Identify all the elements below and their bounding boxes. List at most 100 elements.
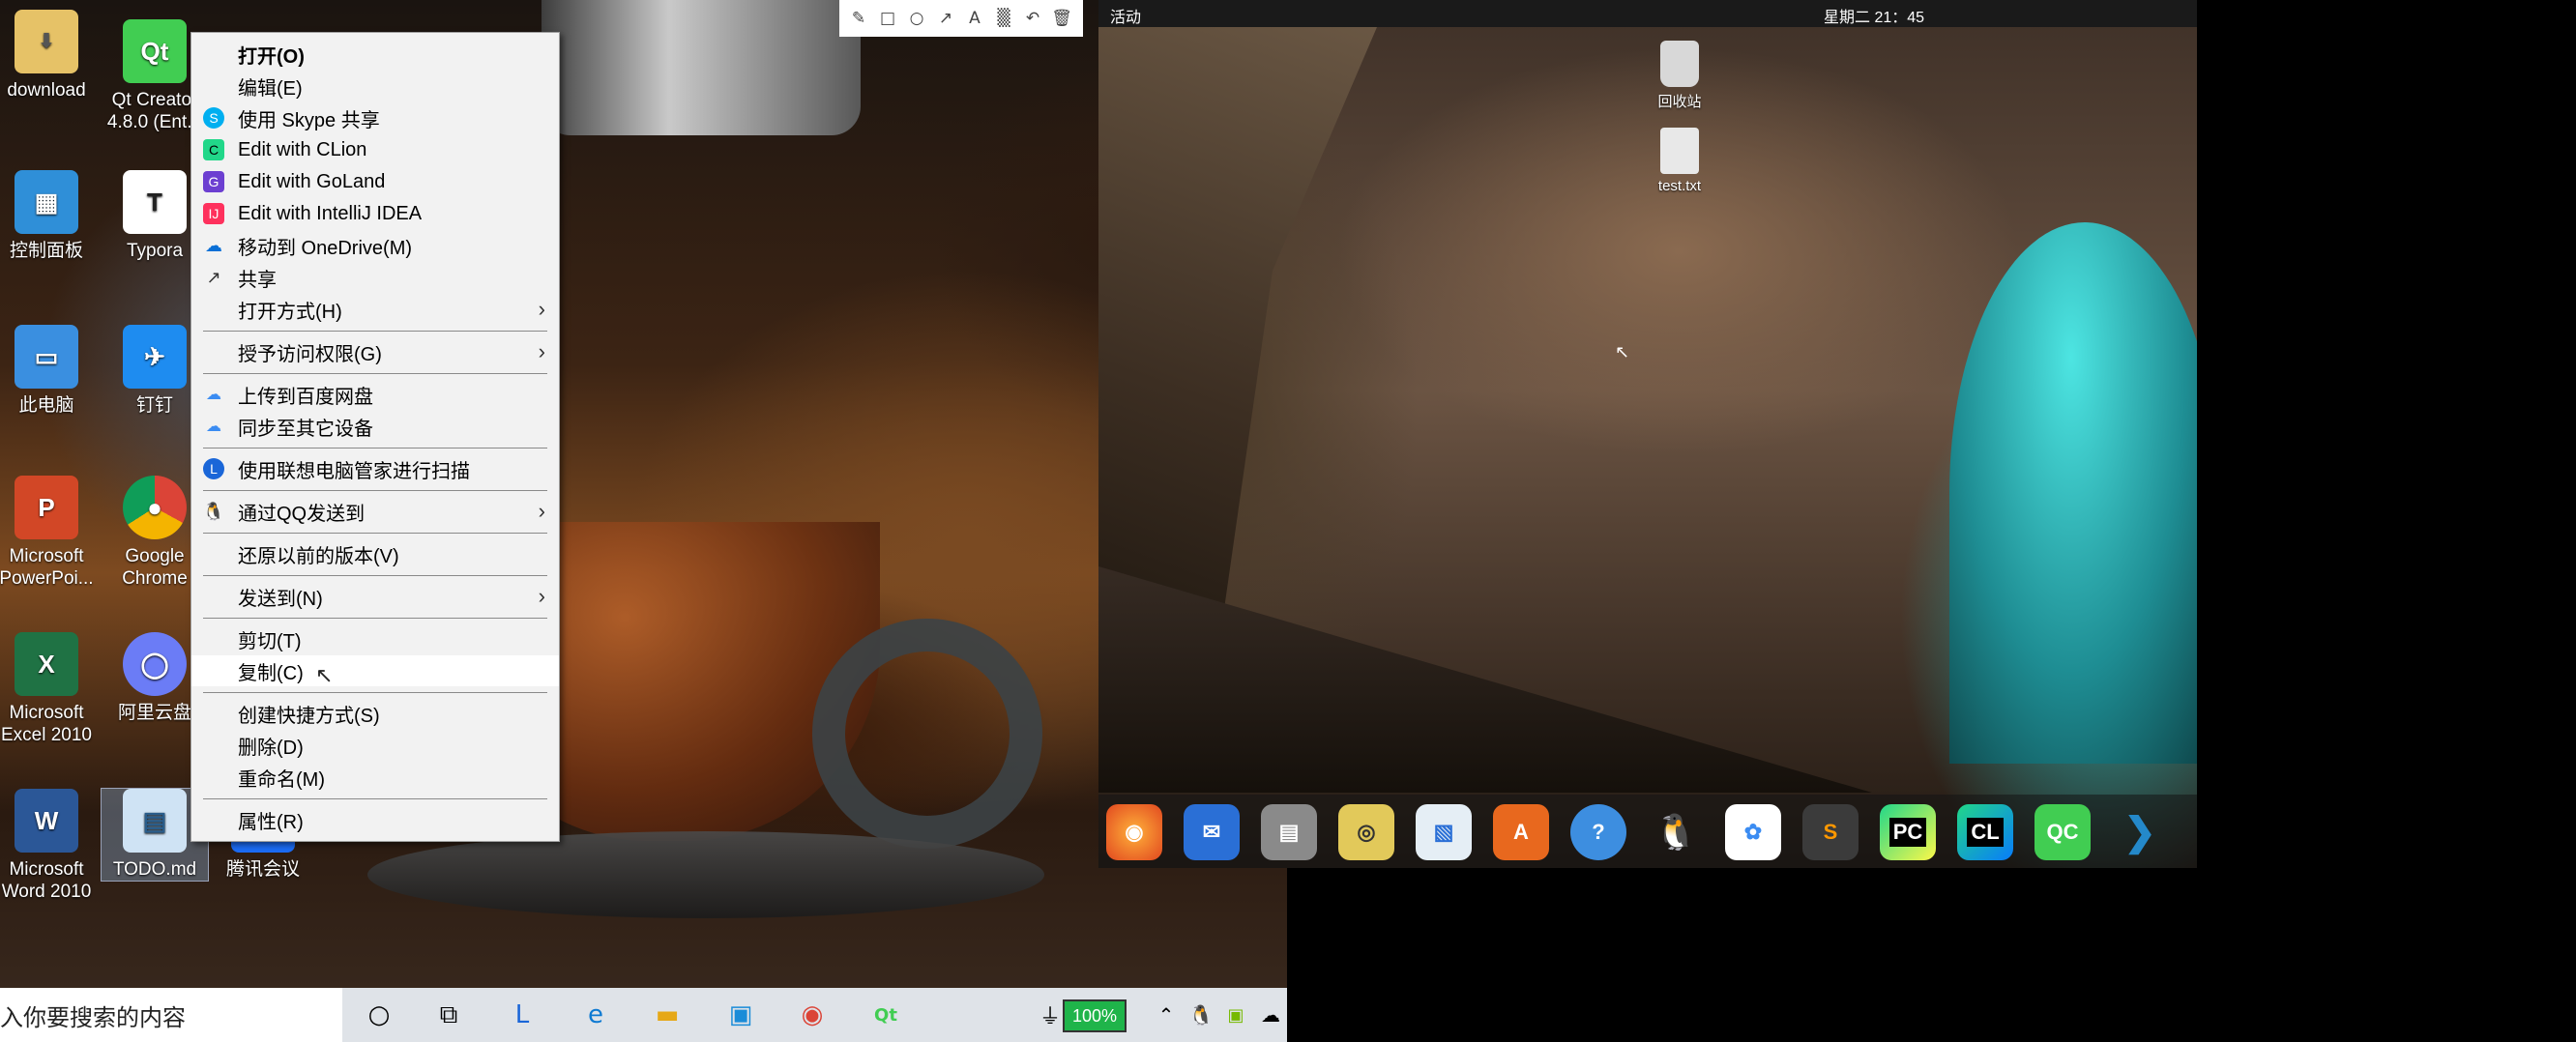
- menu-item-lenovo-scan[interactable]: L 使用联想电脑管家进行扫描: [191, 453, 559, 484]
- menu-item-label: Edit with GoLand: [238, 170, 386, 192]
- desktop-icon-label: TODO.md: [112, 859, 197, 880]
- desktop-icon-label: test.txt: [1657, 178, 1702, 194]
- menu-item-copy[interactable]: 复制(C) ↖: [191, 655, 559, 687]
- lenovo-taskbar-icon[interactable]: L: [503, 996, 542, 1034]
- clock[interactable]: 星期二 21：45: [1824, 4, 1924, 27]
- task-view-icon[interactable]: ⧉: [429, 996, 468, 1034]
- menu-item-goland[interactable]: G Edit with GoLand: [191, 166, 559, 197]
- lenovo-icon: L: [203, 458, 224, 479]
- trash-icon[interactable]: 🗑: [1050, 9, 1073, 28]
- chevron-up-icon[interactable]: ⌃: [1147, 996, 1186, 1034]
- menu-item-label: 打开(O): [238, 45, 305, 68]
- dock: ◉ ✉ ▤ ◎ ▧ A ? 🐧 ✿ S PC CL QC ❯: [1098, 795, 2197, 868]
- vscode-icon[interactable]: ❯: [2112, 804, 2168, 860]
- help-icon[interactable]: ?: [1570, 804, 1626, 860]
- edge-icon[interactable]: e: [576, 996, 615, 1034]
- menu-separator: [203, 490, 547, 491]
- gnome-top-bar: 活动 星期二 21：45: [1098, 0, 2197, 27]
- software-center-icon[interactable]: A: [1493, 804, 1549, 860]
- menu-item-label: Edit with CLion: [238, 138, 367, 160]
- firefox-icon[interactable]: ◉: [1106, 804, 1162, 860]
- menu-item-baidu-sync[interactable]: ☁ 同步至其它设备: [191, 411, 559, 442]
- ubuntu-desktop: 活动 星期二 21：45 回收站 test.txt ↖ ◉ ✉ ▤ ◎ ▧ A …: [1098, 0, 2197, 868]
- menu-item-skype[interactable]: S 使用 Skype 共享: [191, 102, 559, 133]
- qt-taskbar-icon[interactable]: Qt: [866, 996, 905, 1034]
- menu-item-create-shortcut[interactable]: 创建快捷方式(S): [191, 698, 559, 729]
- trash-bin-icon: [1660, 41, 1699, 87]
- word-icon: W: [15, 789, 78, 853]
- chevron-right-icon: ›: [538, 584, 545, 608]
- menu-item-label: 共享: [238, 269, 277, 291]
- qq-icon[interactable]: 🐧: [1648, 804, 1704, 860]
- arrow-icon[interactable]: ↗: [934, 9, 957, 28]
- qt-creator-icon[interactable]: QC: [2034, 804, 2091, 860]
- text-icon[interactable]: A: [963, 9, 986, 28]
- clion-icon[interactable]: CL: [1957, 804, 2013, 860]
- menu-item-baidu-upload[interactable]: ☁ 上传到百度网盘: [191, 379, 559, 410]
- chrome-taskbar-icon[interactable]: ◉: [793, 996, 832, 1034]
- desktop-icon-download[interactable]: ⬇ download: [0, 10, 100, 101]
- dome-image: [1949, 222, 2197, 764]
- menu-item-restore-versions[interactable]: 还原以前的版本(V): [191, 538, 559, 569]
- cortana-icon[interactable]: ○: [360, 996, 398, 1034]
- desktop-icon-word[interactable]: W Microsoft Word 2010: [0, 789, 100, 903]
- onedrive-tray-icon[interactable]: ☁: [1251, 996, 1287, 1034]
- battery-percent: 100%: [1071, 1005, 1118, 1026]
- menu-item-onedrive[interactable]: ☁ 移动到 OneDrive(M): [191, 230, 559, 261]
- chevron-right-icon: ›: [538, 339, 545, 363]
- menu-item-qq-send[interactable]: 🐧 通过QQ发送到 ›: [191, 496, 559, 527]
- clion-icon: C: [203, 139, 224, 160]
- desktop-icon-excel[interactable]: X Microsoft Excel 2010: [0, 632, 100, 746]
- menu-item-delete[interactable]: 删除(D): [191, 730, 559, 761]
- taskbar: 入你要搜索的内容 ○ ⧉ L e ▬ ▣ ◉ Qt ⏚ 100% ⌃ 🐧 ▣ ☁: [0, 988, 1287, 1042]
- skype-icon: S: [203, 107, 224, 129]
- baidu-netdisk-icon[interactable]: ✿: [1725, 804, 1781, 860]
- menu-item-cut[interactable]: 剪切(T): [191, 623, 559, 654]
- desktop-icon-control-panel[interactable]: ▦ 控制面板: [0, 170, 100, 262]
- ubuntu-icon-trash[interactable]: 回收站: [1646, 41, 1713, 111]
- mosaic-icon[interactable]: ▒: [992, 9, 1015, 28]
- thunderbird-icon[interactable]: ✉: [1184, 804, 1240, 860]
- menu-item-label: 移动到 OneDrive(M): [238, 237, 413, 259]
- desktop-icon-label: 腾讯会议: [225, 859, 300, 880]
- menu-item-share[interactable]: ↗ 共享: [191, 262, 559, 293]
- pencil-icon[interactable]: ✎: [847, 9, 870, 28]
- nvidia-icon[interactable]: ▣: [1216, 996, 1255, 1034]
- ubuntu-icon-test-txt[interactable]: test.txt: [1646, 128, 1713, 194]
- sublime-text-icon[interactable]: S: [1802, 804, 1859, 860]
- activities-button[interactable]: 活动: [1110, 4, 1141, 27]
- menu-item-send-to[interactable]: 发送到(N) ›: [191, 581, 559, 612]
- desktop-icon-powerpoint[interactable]: P Microsoft PowerPoi...: [0, 476, 100, 590]
- desktop-icon-this-pc[interactable]: ▭ 此电脑: [0, 325, 100, 417]
- menu-item-intellij[interactable]: IJ Edit with IntelliJ IDEA: [191, 198, 559, 229]
- menu-item-grant-access[interactable]: 授予访问权限(G) ›: [191, 336, 559, 367]
- mouse-cursor-icon: ↖: [1615, 342, 1630, 362]
- menu-item-rename[interactable]: 重命名(M): [191, 762, 559, 793]
- dingding-icon: ✈: [123, 325, 187, 389]
- desktop-icon-label: Microsoft Excel 2010: [0, 703, 92, 745]
- qq-tray-icon[interactable]: 🐧: [1182, 996, 1220, 1034]
- image-viewer-icon[interactable]: ▧: [1416, 804, 1472, 860]
- undo-icon[interactable]: ↶: [1021, 9, 1044, 28]
- taskbar-search-box[interactable]: 入你要搜索的内容: [0, 988, 342, 1042]
- menu-item-properties[interactable]: 属性(R): [191, 804, 559, 835]
- baidu-pan-icon: ☁: [206, 387, 221, 403]
- menu-item-open[interactable]: 打开(O): [191, 39, 559, 70]
- typora-icon: T: [123, 170, 187, 234]
- ellipse-icon[interactable]: ○: [905, 9, 928, 28]
- goland-icon: G: [203, 171, 224, 192]
- menu-item-clion[interactable]: C Edit with CLion: [191, 134, 559, 165]
- file-explorer-icon[interactable]: ▬: [648, 996, 687, 1034]
- onedrive-icon: ☁: [205, 235, 222, 255]
- files-icon[interactable]: ▤: [1261, 804, 1317, 860]
- menu-item-label: 打开方式(H): [238, 301, 342, 323]
- rhythmbox-icon[interactable]: ◎: [1338, 804, 1394, 860]
- menu-item-edit[interactable]: 编辑(E): [191, 71, 559, 101]
- desktop-icon-label: 控制面板: [9, 241, 83, 261]
- rectangle-icon[interactable]: □: [876, 9, 899, 28]
- menu-item-open-with[interactable]: 打开方式(H) ›: [191, 294, 559, 325]
- remote-desktop-icon[interactable]: ▣: [721, 996, 760, 1034]
- control-panel-icon: ▦: [15, 170, 78, 234]
- battery-indicator[interactable]: 100%: [1063, 999, 1127, 1032]
- pycharm-icon[interactable]: PC: [1880, 804, 1936, 860]
